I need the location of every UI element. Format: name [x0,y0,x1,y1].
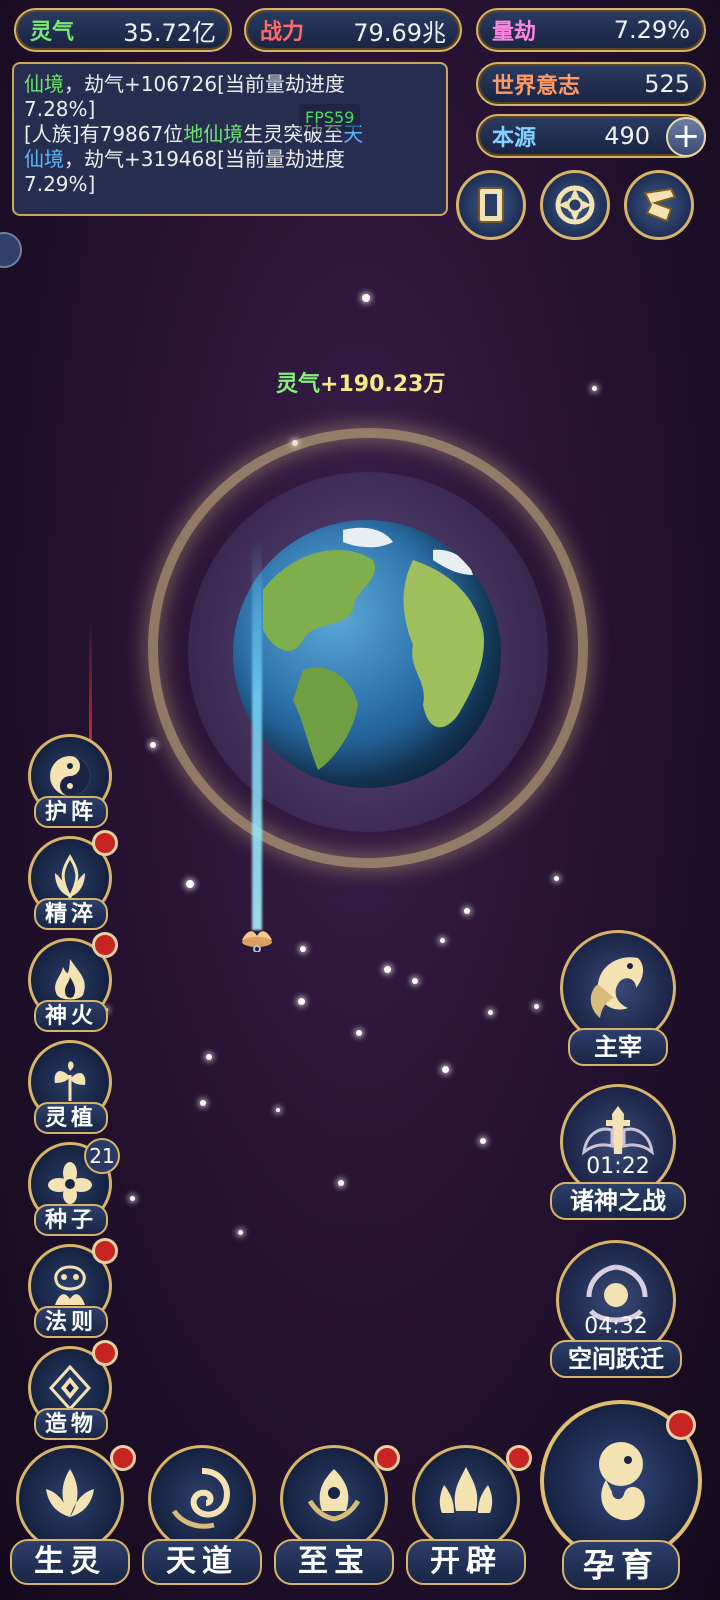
fps-counter: FPS59 [299,104,361,131]
zhuzai-button[interactable]: 主宰 [554,930,682,1070]
zhibao-disk [280,1445,388,1553]
zhongzi-label: 种子 [34,1204,108,1236]
zaowu-label: 造物 [34,1408,108,1440]
yin-yang-icon [50,756,90,796]
flame-lotus-icon [55,854,85,901]
lotus-seat-icon[interactable] [238,922,276,952]
log-realm: 仙境 [24,72,64,96]
shenhuo-notification-dot [92,932,118,958]
yunyu-label: 孕育 [562,1540,680,1590]
shengling-notification-dot [110,1445,136,1471]
stat-benyuan-value: 490 [604,122,650,150]
bottom-tab-tiandao[interactable]: 天道 [142,1445,262,1595]
gain-value: +190.23万 [320,372,446,397]
jingcui-label: 精淬 [34,898,108,930]
yunyu-button[interactable]: 孕育 [540,1400,702,1595]
zaowu-notification-dot [92,1340,118,1366]
zhuzai-label: 主宰 [568,1028,668,1066]
stat-liangjie-value: 7.29% [613,16,690,44]
zhushen-label: 诸神之战 [550,1182,686,1220]
log-text: ，劫气+106726[当前量劫进度 [64,72,345,96]
shenhuo-label: 神火 [34,1000,108,1032]
flames-icon [439,1467,493,1513]
bottom-tab-zhibao[interactable]: 至宝 [274,1445,400,1595]
stat-benyuan-label: 本源 [492,125,537,151]
menu-faze[interactable]: 法则 [28,1238,118,1338]
menu-zaowu[interactable]: 造物 [28,1340,118,1440]
faze-label: 法则 [34,1306,108,1338]
bottom-tab-kaipi[interactable]: 开辟 [406,1445,532,1595]
huzhen-label: 护阵 [34,796,108,828]
fire-icon [55,959,85,1000]
stat-shijie-label: 世界意志 [492,73,581,99]
menu-zhongzi[interactable]: 种子 21 [28,1138,120,1236]
card-icon [478,187,504,223]
continents-graphic [263,527,484,770]
menu-jingcui[interactable]: 精淬 [28,830,118,930]
menu-lingzhi[interactable]: 灵植 [28,1040,112,1134]
log-text: 7.29%] [24,172,96,196]
embryo-icon [599,1442,645,1521]
message-log: 仙境，劫气+106726[当前量劫进度 7.28%] [人族]有79867位地仙… [12,62,448,216]
light-beam [252,540,262,930]
shengling-label: 生灵 [10,1539,130,1585]
kaipi-label: 开辟 [406,1539,526,1585]
add-benyuan-button[interactable]: + [666,117,706,157]
kongjian-label: 空间跃迁 [550,1340,682,1378]
rune-icon [54,1265,86,1305]
kaipi-notification-dot [506,1445,532,1471]
log-text: [人族]有79867位 [24,122,184,146]
scroll-button[interactable] [624,170,694,240]
menu-shenhuo[interactable]: 神火 [28,932,118,1032]
zhibao-notification-dot [374,1445,400,1471]
diamond-icon [48,1364,92,1412]
kongjian-timer: 04:32 [584,1314,648,1339]
faze-notification-dot [92,1238,118,1264]
stat-zhanli-value: 79.69兆 [353,18,446,47]
dragon-icon [590,957,644,1018]
jingcui-notification-dot [92,830,118,856]
plant-icon [54,1061,86,1101]
stat-lingqi-label: 灵气 [30,19,75,45]
scroll-icon [643,187,677,223]
log-text: ，劫气+319468[当前量劫进度 [64,147,345,171]
floating-gain-text: 灵气+190.23万 [276,366,445,398]
stat-lingqi: 灵气 35.72亿 [14,8,232,52]
lingzhi-label: 灵植 [34,1102,108,1134]
log-text: 7.28%] [24,97,96,121]
zhibao-label: 至宝 [274,1539,394,1585]
yunyu-notification-dot [666,1410,696,1440]
zhushen-timer: 01:22 [586,1154,650,1179]
tiandao-label: 天道 [142,1539,262,1585]
zhongzi-count-badge: 21 [84,1138,120,1174]
tiandao-disk [148,1445,256,1553]
stat-benyuan[interactable]: 本源 490 + [476,114,706,158]
menu-huzhen[interactable]: 护阵 [28,734,112,828]
portal-icon [555,185,595,225]
stat-shijie[interactable]: 世界意志 525 [476,62,706,106]
portal-button[interactable] [540,170,610,240]
kaipi-disk [412,1445,520,1553]
log-realm: 地仙境 [183,122,244,146]
kongjian-jump-button[interactable]: 04:32 空间跃迁 [546,1240,686,1380]
stat-lingqi-value: 35.72亿 [123,18,216,47]
bottom-tab-shengling[interactable]: 生灵 [10,1445,136,1595]
swirl-icon [171,1468,230,1529]
stat-liangjie-label: 量劫 [492,19,537,45]
stat-zhanli: 战力 79.69兆 [244,8,462,52]
lotus-icon [46,1469,94,1517]
treasure-icon [307,1469,361,1522]
shengling-disk [16,1445,124,1553]
card-button[interactable] [456,170,526,240]
gain-label: 灵气 [276,372,321,397]
planet-earth[interactable] [233,520,501,788]
stat-zhanli-label: 战力 [260,19,305,45]
zhushen-battle-button[interactable]: 01:22 诸神之战 [550,1084,686,1222]
stat-liangjie[interactable]: 量劫 7.29% [476,8,706,52]
stat-shijie-value: 525 [644,70,690,98]
log-realm: 仙境 [24,147,64,171]
